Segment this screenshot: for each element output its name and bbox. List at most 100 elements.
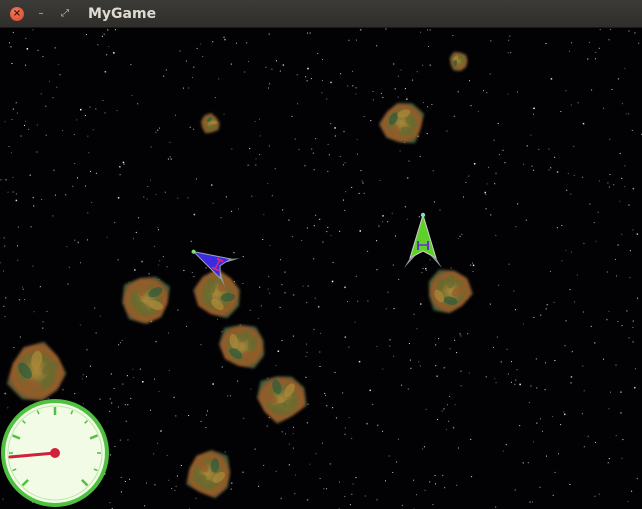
star <box>396 461 397 463</box>
star <box>102 100 104 101</box>
star <box>81 378 83 380</box>
star <box>490 40 492 42</box>
star <box>120 491 122 493</box>
star <box>231 482 233 484</box>
star <box>24 299 25 300</box>
star <box>500 361 502 363</box>
star <box>26 48 29 50</box>
star <box>268 276 270 278</box>
star <box>483 90 484 92</box>
star <box>310 78 312 80</box>
star <box>485 208 487 210</box>
star <box>352 483 354 485</box>
star <box>315 138 317 140</box>
star <box>47 397 49 399</box>
star <box>262 239 264 240</box>
star <box>387 291 389 293</box>
star <box>348 39 350 41</box>
star <box>319 478 321 479</box>
star <box>259 118 260 120</box>
star <box>590 325 592 327</box>
star <box>595 58 596 60</box>
star <box>382 221 383 223</box>
star <box>424 489 426 491</box>
star <box>583 243 585 245</box>
star <box>109 410 111 412</box>
star <box>545 43 547 44</box>
star <box>175 114 176 116</box>
star <box>376 499 378 501</box>
minimize-button[interactable]: – <box>34 7 48 21</box>
star <box>589 203 591 205</box>
star <box>53 169 55 171</box>
star <box>489 73 491 75</box>
star <box>344 496 346 497</box>
star <box>385 308 387 310</box>
star <box>334 371 336 373</box>
star <box>2 498 4 500</box>
star <box>294 138 296 140</box>
star <box>634 368 636 370</box>
star <box>530 134 532 136</box>
star <box>155 341 157 343</box>
star <box>527 462 529 464</box>
star <box>244 71 246 73</box>
star <box>477 111 479 113</box>
star <box>3 237 5 239</box>
star <box>205 427 207 428</box>
star <box>265 66 267 68</box>
star <box>12 31 14 33</box>
star <box>607 182 609 184</box>
star <box>132 368 134 370</box>
star <box>45 105 47 107</box>
star <box>511 381 512 383</box>
star <box>277 350 280 352</box>
game-canvas[interactable] <box>0 28 642 509</box>
star <box>634 386 636 389</box>
star <box>154 484 156 486</box>
maximize-button[interactable]: ⤢ <box>58 7 72 21</box>
star <box>330 81 332 84</box>
star <box>119 342 121 344</box>
star <box>133 238 134 240</box>
star <box>498 154 500 156</box>
star <box>339 156 341 158</box>
star <box>407 388 409 390</box>
star <box>129 478 131 480</box>
star <box>628 113 630 115</box>
star <box>486 183 488 185</box>
star <box>221 366 223 368</box>
star <box>391 212 393 214</box>
star <box>237 380 239 382</box>
star <box>157 442 159 444</box>
star <box>496 336 498 338</box>
star <box>56 86 58 88</box>
star <box>169 141 171 143</box>
star <box>170 158 172 160</box>
star <box>114 446 116 447</box>
star <box>419 156 421 158</box>
star <box>443 408 445 410</box>
star <box>356 139 358 141</box>
star <box>626 310 628 312</box>
star <box>382 430 384 432</box>
star <box>292 335 294 337</box>
star <box>137 103 139 105</box>
star <box>550 78 553 80</box>
star <box>609 174 611 175</box>
star <box>236 42 237 44</box>
star <box>533 169 535 171</box>
star <box>467 333 469 335</box>
star <box>439 209 441 211</box>
star <box>110 373 112 375</box>
star <box>259 135 261 137</box>
star <box>429 29 431 31</box>
star <box>449 348 451 350</box>
title-bar[interactable]: × – ⤢ MyGame <box>0 0 642 28</box>
star <box>247 164 249 166</box>
star <box>127 404 129 406</box>
star <box>542 430 543 432</box>
star <box>486 92 488 94</box>
close-button[interactable]: × <box>10 7 24 21</box>
star <box>617 78 619 80</box>
